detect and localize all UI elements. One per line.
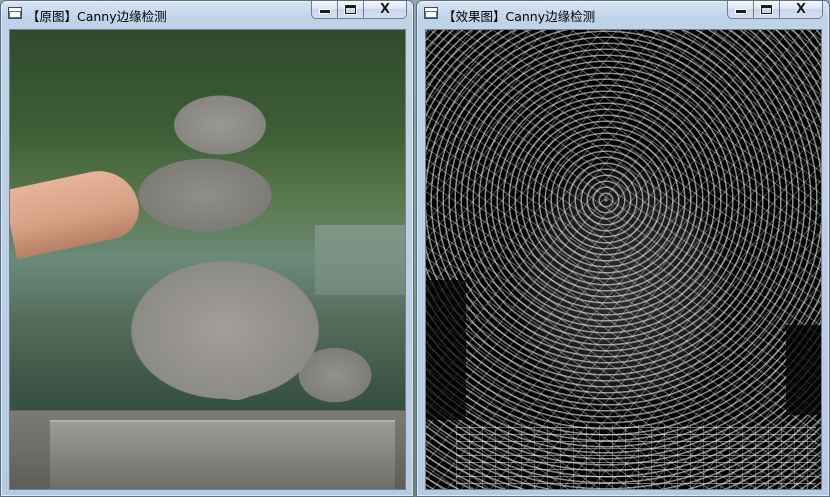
close-icon: X (379, 2, 391, 17)
minimize-icon (320, 10, 330, 13)
title-bar[interactable]: 【原图】Canny边缘检测 X (1, 1, 413, 28)
close-button[interactable]: X (779, 1, 823, 19)
minimize-button[interactable] (727, 1, 753, 19)
minimize-button[interactable] (311, 1, 337, 19)
desktop: 【原图】Canny边缘检测 X 【效果图】Canny边缘检测 X (0, 0, 830, 497)
maximize-icon (345, 5, 356, 14)
caption-buttons: X (727, 1, 823, 21)
window-app-icon[interactable] (424, 7, 438, 19)
close-button[interactable]: X (363, 1, 407, 19)
edge-pedestal-lines (456, 425, 816, 489)
maximize-button[interactable] (753, 1, 779, 19)
edge-dark-region-left (426, 280, 466, 420)
maximize-icon (761, 5, 772, 14)
close-icon: X (795, 2, 807, 17)
title-bar[interactable]: 【效果图】Canny边缘检测 X (417, 1, 829, 28)
stone-lion-photo (10, 30, 405, 489)
maximize-button[interactable] (337, 1, 363, 19)
minimize-icon (736, 10, 746, 13)
window-app-icon[interactable] (8, 7, 22, 19)
statue-pedestal (50, 420, 395, 489)
canny-edge-image (426, 30, 821, 489)
window-edge-result[interactable]: 【效果图】Canny边缘检测 X (416, 0, 830, 497)
image-canvas-original (9, 29, 406, 490)
edge-dark-region-right (786, 325, 821, 415)
window-title: 【效果图】Canny边缘检测 (443, 9, 596, 24)
caption-buttons: X (311, 1, 407, 21)
window-original-image[interactable]: 【原图】Canny边缘检测 X (0, 0, 414, 497)
window-title: 【原图】Canny边缘检测 (27, 9, 167, 24)
image-canvas-result (425, 29, 822, 490)
hand-arm (10, 163, 145, 260)
background-wall (315, 225, 405, 295)
